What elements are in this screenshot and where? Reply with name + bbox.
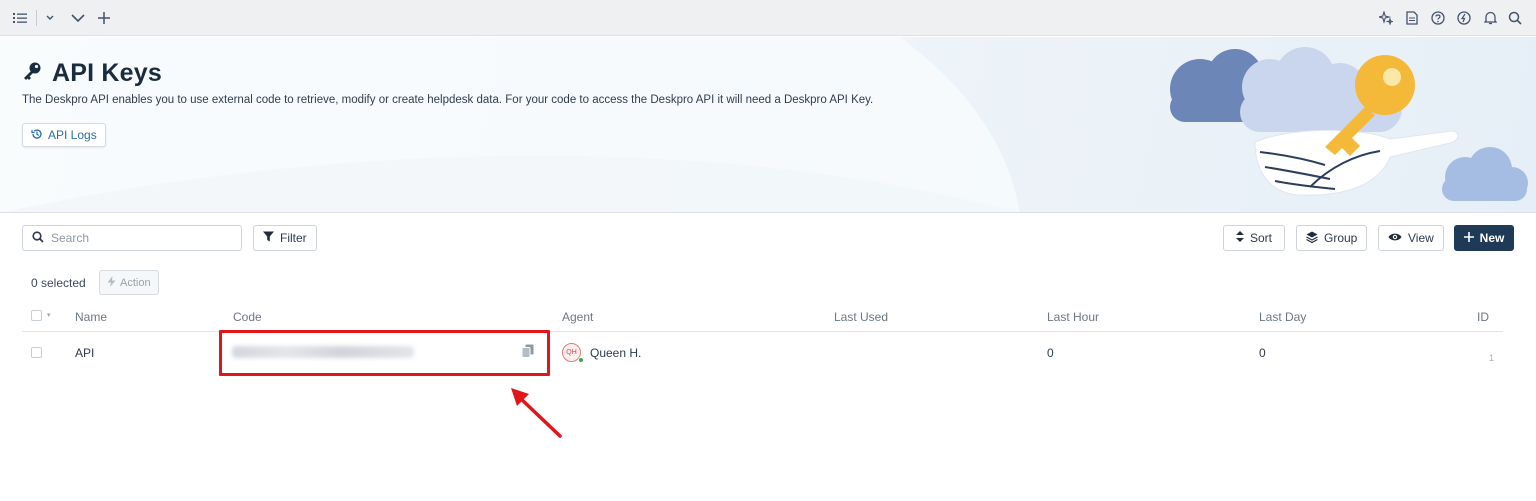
api-key-illustration <box>1170 47 1528 201</box>
new-label: New <box>1479 231 1505 245</box>
select-dropdown-icon[interactable]: ▾ <box>47 311 51 319</box>
column-header-code[interactable]: Code <box>233 310 262 324</box>
topbar-divider <box>36 10 37 26</box>
page-header-banner: API Keys The Deskpro API enables you to … <box>0 37 1536 213</box>
search-placeholder: Search <box>51 231 90 245</box>
column-header-last-used[interactable]: Last Used <box>834 310 888 324</box>
row-id: 1 <box>1489 353 1495 363</box>
select-all-checkbox[interactable] <box>31 310 42 321</box>
row-last-day: 0 <box>1259 346 1266 360</box>
action-label: Action <box>120 276 151 289</box>
layers-icon <box>1306 231 1318 246</box>
selected-count: 0 selected <box>31 276 86 290</box>
search-icon[interactable] <box>1506 9 1524 27</box>
row-checkbox[interactable] <box>31 347 42 358</box>
title-row: API Keys <box>22 59 162 88</box>
online-status-indicator <box>578 357 584 363</box>
row-agent-name[interactable]: Queen H. <box>590 346 641 360</box>
document-icon[interactable] <box>1403 9 1421 27</box>
top-bar <box>0 0 1536 36</box>
whatsnew-icon[interactable] <box>1455 9 1473 27</box>
plus-icon[interactable] <box>95 9 113 27</box>
column-header-id[interactable]: ID <box>1477 310 1489 324</box>
table-header: ▾ Name Code Agent Last Used Last Hour La… <box>22 302 1503 332</box>
page-description: The Deskpro API enables you to use exter… <box>22 94 874 106</box>
row-last-hour: 0 <box>1047 346 1054 360</box>
list-icon[interactable] <box>11 9 29 27</box>
api-logs-button[interactable]: API Logs <box>22 123 106 147</box>
eye-icon <box>1388 231 1402 245</box>
search-input[interactable]: Search <box>22 225 242 251</box>
column-header-agent[interactable]: Agent <box>562 310 593 324</box>
bolt-icon <box>107 275 116 290</box>
action-button[interactable]: Action <box>99 270 159 295</box>
filter-icon <box>263 231 274 245</box>
view-button[interactable]: View <box>1378 225 1444 251</box>
row-name[interactable]: API <box>75 346 94 360</box>
history-icon <box>31 128 43 143</box>
filter-label: Filter <box>280 231 307 245</box>
sort-icon <box>1235 231 1244 245</box>
key-icon <box>22 61 42 86</box>
api-logs-label: API Logs <box>48 128 97 142</box>
column-header-last-day[interactable]: Last Day <box>1259 310 1306 324</box>
page-title: API Keys <box>52 59 162 87</box>
filter-button[interactable]: Filter <box>253 225 317 251</box>
help-icon[interactable] <box>1429 9 1447 27</box>
search-icon <box>32 230 44 246</box>
plus-icon <box>1463 231 1474 245</box>
highlight-annotation-box <box>219 330 550 376</box>
bell-icon[interactable] <box>1481 9 1499 27</box>
group-button[interactable]: Group <box>1296 225 1368 251</box>
chevron-down-icon[interactable] <box>41 9 59 27</box>
view-label: View <box>1408 231 1434 245</box>
column-header-last-hour[interactable]: Last Hour <box>1047 310 1099 324</box>
column-header-name[interactable]: Name <box>75 310 107 324</box>
annotation-arrow <box>511 388 562 438</box>
new-button[interactable]: New <box>1454 225 1514 251</box>
sparkle-icon[interactable] <box>1377 9 1395 27</box>
group-label: Group <box>1324 231 1358 245</box>
chevron-down-icon[interactable] <box>69 9 87 27</box>
sort-button[interactable]: Sort <box>1223 225 1285 251</box>
sort-label: Sort <box>1249 231 1272 245</box>
